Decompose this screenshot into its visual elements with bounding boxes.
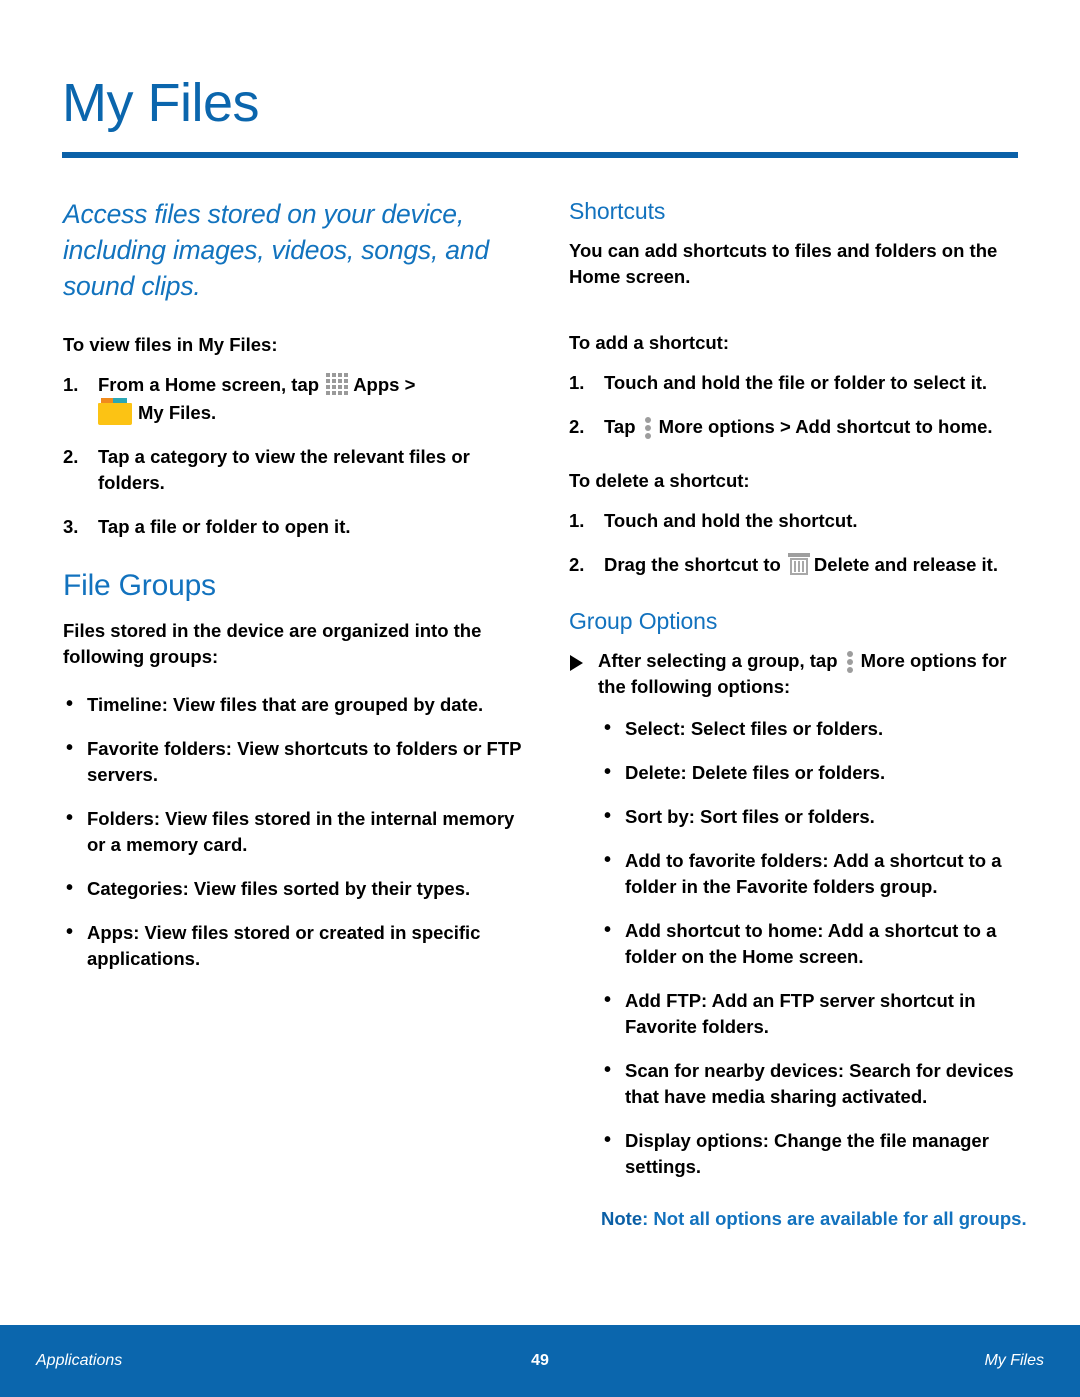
bullet-term: Add FTP bbox=[625, 990, 702, 1011]
list-item: Add FTP: Add an FTP server shortcut in F… bbox=[601, 987, 1031, 1040]
bullet-term: Add shortcut to home bbox=[625, 920, 818, 941]
list-item: 2. Tap More options > Add shortcut to hom… bbox=[569, 414, 1031, 440]
list-item: 1. From a Home screen, tap Apps > My File… bbox=[63, 372, 525, 426]
lead-text-before: After selecting a group, tap bbox=[598, 650, 843, 671]
list-item: Display options: Change the file manager… bbox=[601, 1127, 1031, 1180]
step-separator: > bbox=[399, 374, 416, 395]
bullet-term: Delete bbox=[625, 762, 681, 783]
bullet-desc: : Sort files or folders. bbox=[688, 806, 875, 827]
step-text-before: Drag the shortcut to bbox=[604, 554, 786, 575]
lead-paragraph: Access files stored on your device, incl… bbox=[63, 199, 489, 301]
bullet-term: Select bbox=[625, 718, 680, 739]
list-item: Add to favorite folders: Add a shortcut … bbox=[601, 847, 1031, 900]
delete-shortcut-label: To delete a shortcut: bbox=[569, 470, 750, 491]
bullet-desc: : View files stored or created in specif… bbox=[87, 922, 481, 969]
note-label: Note bbox=[601, 1208, 643, 1229]
list-item: After selecting a group, tap More option… bbox=[569, 648, 1031, 700]
bullet-term: Scan for nearby devices bbox=[625, 1060, 838, 1081]
footer-page-number: 49 bbox=[531, 1352, 549, 1369]
bullet-desc: : View files that are grouped by date. bbox=[161, 694, 484, 715]
step-number: 1. bbox=[569, 510, 585, 531]
list-item: Categories: View files sorted by their t… bbox=[63, 875, 525, 902]
page-footer: Applications 49 My Files bbox=[0, 1325, 1080, 1397]
step-bold-text: Delete bbox=[813, 554, 870, 575]
note-paragraph: Note: Not all options are available for … bbox=[601, 1206, 1031, 1232]
delete-shortcut-steps: 1. Touch and hold the shortcut. 2. Drag th… bbox=[569, 508, 1031, 578]
file-groups-heading: File Groups bbox=[63, 569, 216, 602]
bullet-desc: : Delete files or folders. bbox=[680, 762, 886, 783]
apps-label: Apps bbox=[353, 374, 400, 395]
step-text: Tap a category to view the relevant file… bbox=[98, 446, 470, 493]
list-item: Scan for nearby devices: Search for devi… bbox=[601, 1057, 1031, 1110]
list-item: Select: Select files or folders. bbox=[601, 715, 1031, 742]
step-number: 2. bbox=[569, 554, 585, 575]
right-column: Shortcuts You can add shortcuts to files… bbox=[569, 196, 1031, 1232]
bullet-term: Apps bbox=[87, 922, 134, 943]
list-item: Timeline: View files that are grouped by… bbox=[63, 691, 525, 718]
list-item: 1. Touch and hold the file or folder to s… bbox=[569, 370, 1031, 396]
bullet-term: Favorite folders bbox=[87, 738, 226, 759]
step-text-after: . bbox=[211, 402, 217, 423]
add-shortcut-steps: 1. Touch and hold the file or folder to s… bbox=[569, 370, 1031, 440]
list-item: Apps: View files stored or created in sp… bbox=[63, 919, 525, 972]
step-number: 1. bbox=[569, 372, 585, 393]
group-options-bullets: Select: Select files or folders. Delete:… bbox=[601, 715, 1031, 1180]
step-number: 2. bbox=[569, 416, 585, 437]
list-item: 1. Touch and hold the shortcut. bbox=[569, 508, 1031, 534]
my-files-label: My Files bbox=[138, 402, 211, 423]
bullet-term: Sort by bbox=[625, 806, 689, 827]
left-column: Access files stored on your device, incl… bbox=[63, 196, 525, 972]
title-rule-divider bbox=[62, 152, 1018, 158]
more-options-icon bbox=[846, 650, 856, 673]
step-text-after: and release it. bbox=[869, 554, 998, 575]
step-number: 2. bbox=[63, 446, 79, 467]
triangle-marker-icon bbox=[570, 655, 583, 671]
bullet-term: Timeline bbox=[87, 694, 162, 715]
step-text-after: . bbox=[987, 416, 993, 437]
list-item: 3. Tap a file or folder to open it. bbox=[63, 514, 525, 540]
my-files-folder-icon bbox=[98, 398, 132, 425]
bullet-term: Folders bbox=[87, 808, 154, 829]
add-shortcut-label: To add a shortcut: bbox=[569, 332, 729, 353]
list-item: Delete: Delete files or folders. bbox=[601, 759, 1031, 786]
note-text: : Not all options are available for all … bbox=[642, 1208, 1027, 1229]
bullet-desc: : View files sorted by their types. bbox=[182, 878, 471, 899]
view-files-steps: 1. From a Home screen, tap Apps > My File… bbox=[63, 372, 525, 540]
bullet-term: Display options bbox=[625, 1130, 763, 1151]
step-bold-text: More options > Add shortcut to home bbox=[658, 416, 988, 437]
view-files-intro: To view files in My Files: bbox=[63, 334, 278, 355]
apps-grid-icon bbox=[326, 373, 350, 395]
list-item: Add shortcut to home: Add a shortcut to … bbox=[601, 917, 1031, 970]
shortcuts-intro: You can add shortcuts to files and folde… bbox=[569, 240, 998, 287]
step-text: Touch and hold the file or folder to sel… bbox=[604, 372, 988, 393]
group-options-heading: Group Options bbox=[569, 608, 718, 634]
bullet-term: Categories bbox=[87, 878, 183, 899]
group-options-lead: After selecting a group, tap More option… bbox=[569, 648, 1031, 700]
shortcuts-heading: Shortcuts bbox=[569, 198, 666, 224]
footer-topic-label: My Files bbox=[984, 1352, 1044, 1369]
file-groups-bullets: Timeline: View files that are grouped by… bbox=[63, 691, 525, 972]
delete-trash-icon bbox=[787, 552, 810, 576]
step-number: 1. bbox=[63, 374, 79, 395]
page-title: My Files bbox=[62, 73, 260, 133]
list-item: Favorite folders: View shortcuts to fold… bbox=[63, 735, 525, 788]
step-text: Touch and hold the shortcut. bbox=[604, 510, 858, 531]
list-item: Sort by: Sort files or folders. bbox=[601, 803, 1031, 830]
step-number: 3. bbox=[63, 516, 79, 537]
bullet-desc: : Select files or folders. bbox=[679, 718, 884, 739]
lead-bold: More options bbox=[860, 650, 977, 671]
list-item: 2. Drag the shortcut to Delete and releas… bbox=[569, 552, 1031, 578]
file-groups-intro: Files stored in the device are organized… bbox=[63, 620, 482, 667]
bullet-term: Add to favorite folders bbox=[625, 850, 823, 871]
step-text-before: From a Home screen, tap bbox=[98, 374, 325, 395]
list-item: Folders: View files stored in the intern… bbox=[63, 805, 525, 858]
list-item: 2. Tap a category to view the relevant fi… bbox=[63, 444, 525, 496]
more-options-icon bbox=[644, 416, 654, 439]
step-text-before: Tap bbox=[604, 416, 641, 437]
step-text: Tap a file or folder to open it. bbox=[98, 516, 351, 537]
